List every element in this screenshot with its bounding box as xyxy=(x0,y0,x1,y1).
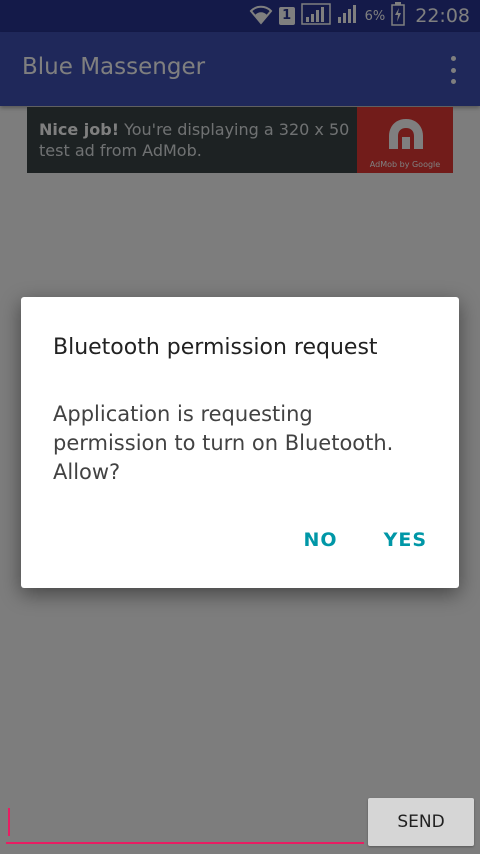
text-cursor xyxy=(8,808,10,836)
yes-button[interactable]: YES xyxy=(384,529,427,551)
dialog-actions: NO YES xyxy=(304,529,427,551)
dialog-message: Application is requesting permission to … xyxy=(53,402,394,484)
bluetooth-permission-dialog: Bluetooth permission request Application… xyxy=(21,297,459,588)
send-button[interactable]: SEND xyxy=(368,798,474,846)
app-screen: 1 6% xyxy=(0,0,480,854)
message-input[interactable] xyxy=(6,804,364,844)
no-button[interactable]: NO xyxy=(304,529,338,551)
dialog-title: Bluetooth permission request xyxy=(53,335,378,360)
